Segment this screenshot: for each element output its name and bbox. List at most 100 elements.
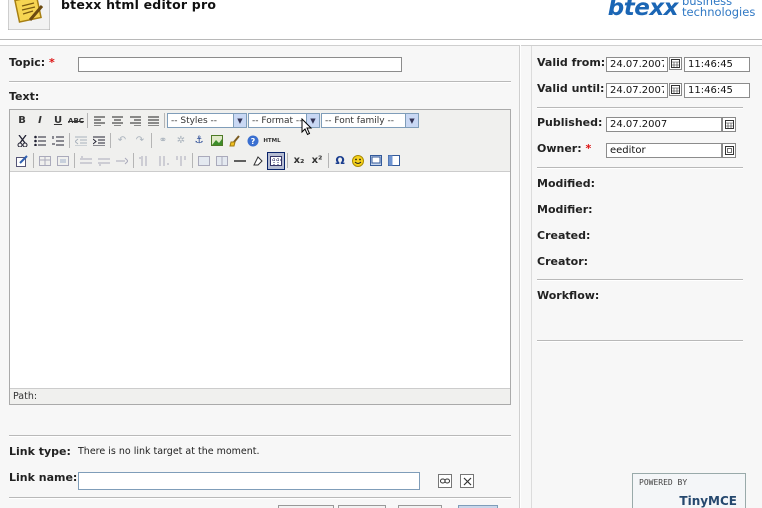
fullscreen-icon[interactable] — [385, 152, 403, 170]
workflow-label: Workflow: — [537, 289, 600, 302]
owner-input[interactable] — [606, 143, 722, 158]
required-marker: * — [49, 56, 55, 69]
superscript-button[interactable]: x² — [308, 152, 326, 170]
unlink-icon[interactable]: ✲ — [172, 132, 190, 150]
horizontal-rule-icon[interactable] — [231, 152, 249, 170]
toolbar-separator — [33, 153, 34, 168]
app-header: btexx html editor pro btexx business tec… — [0, 0, 762, 40]
chevron-down-icon: ▼ — [405, 114, 418, 127]
clear-link-button[interactable] — [460, 474, 474, 488]
link-icon[interactable]: ⚭ — [154, 132, 172, 150]
app-logo-icon — [8, 0, 50, 30]
toolbar-separator — [87, 113, 88, 128]
special-char-button[interactable]: Ω — [331, 152, 349, 170]
delete-col-icon[interactable] — [172, 152, 190, 170]
wysiwyg-editor: B I U ABC -- Styles -- ▼ -- Format -- ▼ --… — [9, 109, 511, 405]
font-family-select[interactable]: -- Font family -- ▼ — [321, 113, 419, 128]
brand-name: btexx — [607, 0, 679, 21]
outdent-icon[interactable] — [72, 132, 90, 150]
help-icon[interactable]: ? — [244, 132, 262, 150]
visual-aid-icon[interactable] — [267, 151, 285, 170]
undo-icon[interactable]: ↶ — [113, 132, 131, 150]
merge-cells-icon[interactable] — [213, 152, 231, 170]
brand-tagline-line2: technologies — [682, 5, 756, 19]
divider — [9, 81, 511, 83]
row-before-icon[interactable] — [77, 152, 95, 170]
subscript-button[interactable]: x₂ — [290, 152, 308, 170]
cut-icon[interactable] — [13, 132, 31, 150]
modified-label: Modified: — [537, 177, 596, 190]
valid-from-date-input[interactable] — [606, 57, 668, 72]
align-right-icon[interactable] — [126, 112, 144, 130]
media-icon[interactable] — [367, 152, 385, 170]
editor-content-area[interactable] — [10, 173, 510, 389]
split-cells-icon[interactable] — [195, 152, 213, 170]
align-left-icon[interactable] — [90, 112, 108, 130]
col-before-icon[interactable] — [136, 152, 154, 170]
valid-from-time-input[interactable] — [684, 57, 750, 72]
toolbar-separator — [287, 153, 288, 168]
strikethrough-button[interactable]: ABC — [67, 112, 85, 130]
remove-format-icon[interactable] — [249, 152, 267, 170]
properties-panel: Valid from: Valid until: Published: * Ow… — [521, 45, 762, 508]
valid-until-date-input[interactable] — [606, 83, 668, 98]
creator-label: Creator: — [537, 255, 589, 268]
numbered-list-icon[interactable] — [49, 132, 67, 150]
powered-by-text: POWERED BY — [639, 478, 688, 487]
published-date-input[interactable] — [606, 117, 722, 132]
toolbar-row-2: ↶ ↷ ⚭ ✲ ⚓ ? HTML — [13, 131, 282, 150]
align-justify-icon[interactable] — [144, 112, 162, 130]
link-picker-button[interactable] — [438, 474, 452, 488]
link-name-input[interactable] — [78, 472, 420, 490]
col-after-icon[interactable] — [154, 152, 172, 170]
underline-button[interactable]: U — [49, 112, 67, 130]
anchor-icon[interactable]: ⚓ — [190, 132, 208, 150]
html-source-button[interactable]: HTML — [262, 132, 282, 150]
toolbar-separator — [110, 133, 111, 148]
toolbar-row-3: x₂ x² Ω — [13, 151, 403, 170]
table-props-icon[interactable] — [36, 152, 54, 170]
cleanup-icon[interactable] — [226, 132, 244, 150]
topic-label: Topic: * — [9, 56, 55, 69]
toolbar-separator — [133, 153, 134, 168]
svg-text:?: ? — [251, 137, 256, 146]
image-icon[interactable] — [208, 132, 226, 150]
topic-input[interactable] — [78, 57, 402, 72]
cell-props-icon[interactable] — [54, 152, 72, 170]
valid-until-label: Valid until: — [537, 82, 605, 95]
emoticon-icon[interactable] — [349, 152, 367, 170]
bold-button[interactable]: B — [13, 112, 31, 130]
link-type-label: Link type: — [9, 445, 71, 458]
properties-inner: Valid from: Valid until: Published: * Ow… — [531, 46, 762, 508]
divider — [537, 340, 743, 342]
italic-button[interactable]: I — [31, 112, 49, 130]
divider — [537, 167, 743, 169]
published-calendar-button[interactable] — [722, 117, 736, 132]
edit-css-icon[interactable] — [13, 152, 31, 170]
bullet-list-icon[interactable] — [31, 132, 49, 150]
editor-path-bar: Path: — [10, 388, 510, 404]
valid-until-time-input[interactable] — [684, 83, 750, 98]
owner-picker-button[interactable] — [722, 143, 736, 158]
browse-icon — [724, 146, 734, 155]
valid-until-calendar-button[interactable] — [669, 83, 682, 96]
row-after-icon[interactable] — [95, 152, 113, 170]
delete-row-icon[interactable] — [113, 152, 131, 170]
align-center-icon[interactable] — [108, 112, 126, 130]
tinymce-badge[interactable]: POWERED BY TinyMCE — [632, 473, 746, 508]
brand-tagline: business technologies — [682, 0, 762, 18]
toolbar-separator — [69, 133, 70, 148]
link-type-value: There is no link target at the moment. — [78, 446, 260, 457]
text-label: Text: — [9, 90, 40, 103]
content-panel: Topic: * Text: B I U ABC -- Styles -- ▼ -… — [0, 45, 520, 508]
redo-icon[interactable]: ↷ — [131, 132, 149, 150]
valid-from-calendar-button[interactable] — [669, 57, 682, 70]
styles-select[interactable]: -- Styles -- ▼ — [167, 113, 247, 128]
required-marker: * — [585, 142, 592, 155]
toolbar-separator — [164, 113, 165, 128]
indent-icon[interactable] — [90, 132, 108, 150]
modifier-label: Modifier: — [537, 203, 593, 216]
divider — [9, 435, 511, 437]
divider — [537, 107, 743, 109]
toolbar-separator — [328, 153, 329, 168]
